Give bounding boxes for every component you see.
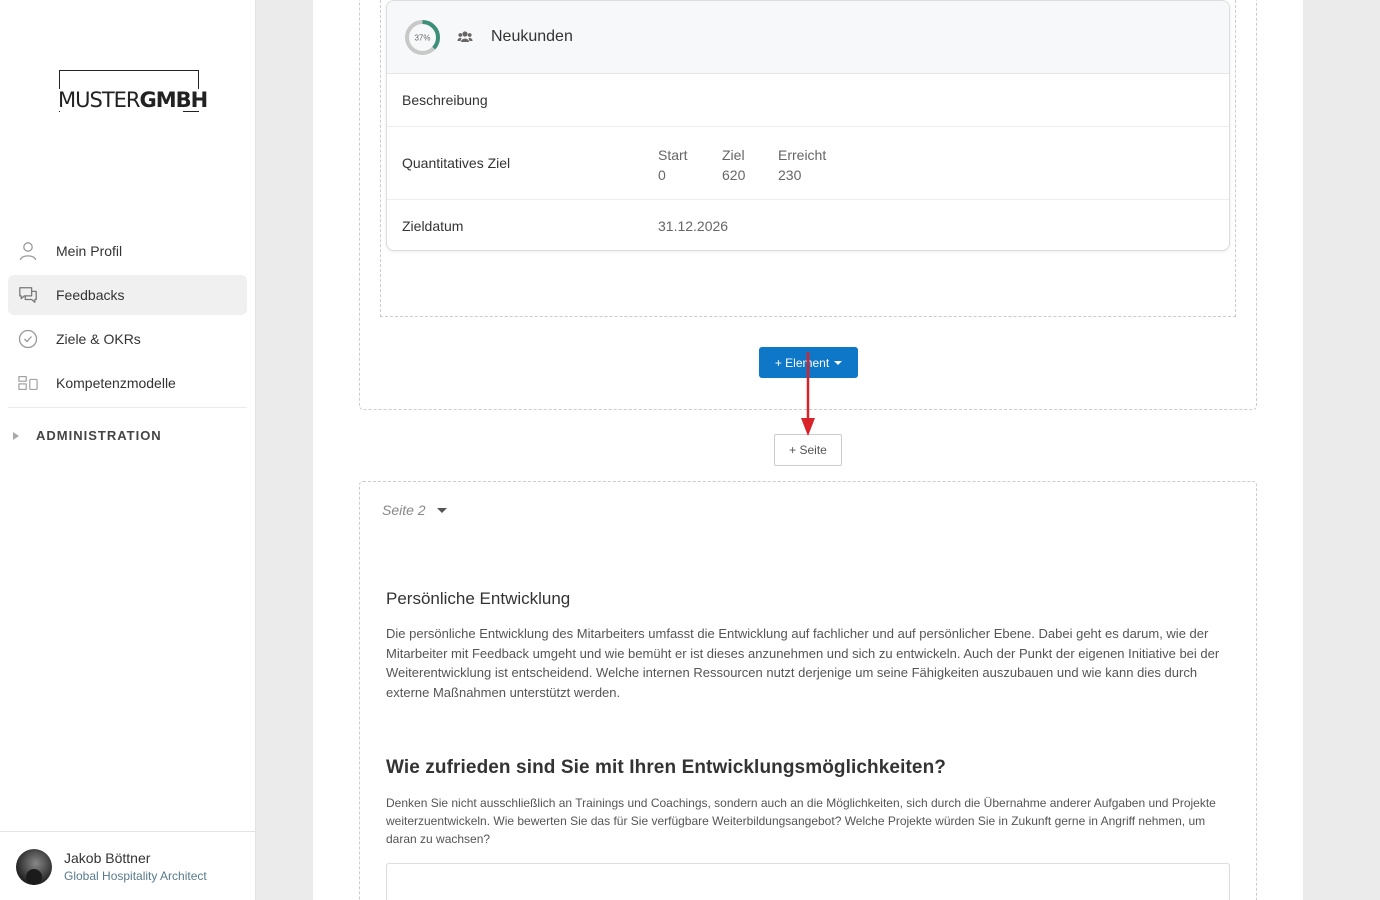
date-value: 31.12.2026 bbox=[658, 218, 729, 234]
logo-text: MUSTERGMBH bbox=[58, 88, 210, 112]
quant-label: Quantitatives Ziel bbox=[402, 155, 511, 171]
model-icon bbox=[18, 373, 38, 393]
progress-label: 37% bbox=[414, 33, 430, 42]
user-icon bbox=[18, 241, 38, 261]
reached-stat: Erreicht 230 bbox=[778, 145, 826, 185]
expand-arrow-icon bbox=[13, 431, 19, 440]
target-stat: Ziel 620 bbox=[722, 145, 745, 185]
target-date-row: Zieldatum 31.12.2026 bbox=[387, 200, 1229, 250]
sidebar-nav: Mein Profil Feedbacks Ziele & OKRs Kompe… bbox=[8, 231, 247, 407]
goal-title: Neukunden bbox=[491, 28, 573, 45]
description-row: Beschreibung bbox=[387, 74, 1229, 127]
company-logo[interactable]: MUSTERGMBH bbox=[58, 70, 210, 113]
chevron-down-icon bbox=[436, 507, 447, 513]
user-name: Jakob Böttner bbox=[64, 850, 151, 866]
sidebar-item-mein-profil[interactable]: Mein Profil bbox=[8, 231, 247, 271]
chat-icon bbox=[18, 285, 38, 305]
description-label: Beschreibung bbox=[402, 92, 488, 108]
sidebar-item-ziele-okrs[interactable]: Ziele & OKRs bbox=[8, 319, 247, 359]
question-description: Denken Sie nicht ausschließlich an Train… bbox=[386, 796, 1216, 846]
logo-underline bbox=[183, 111, 199, 112]
sidebar-item-administration[interactable]: ADMINISTRATION bbox=[13, 428, 162, 443]
sidebar-item-feedbacks[interactable]: Feedbacks bbox=[8, 275, 247, 315]
check-circle-icon bbox=[18, 329, 38, 349]
sidebar: MUSTERGMBH Mein Profil Feedbacks Ziele &… bbox=[0, 0, 256, 900]
start-value: 0 bbox=[658, 167, 666, 183]
nav-divider bbox=[8, 407, 247, 408]
reached-value: 230 bbox=[778, 167, 802, 183]
sidebar-item-label: Mein Profil bbox=[56, 243, 123, 259]
question-title: Wie zufrieden sind Sie mit Ihren Entwick… bbox=[386, 757, 946, 778]
annotation-arrow-icon bbox=[801, 352, 815, 436]
avatar bbox=[16, 849, 52, 885]
users-icon bbox=[457, 31, 473, 42]
add-page-button[interactable]: + Seite bbox=[774, 434, 842, 466]
sidebar-item-label: Kompetenzmodelle bbox=[56, 375, 176, 391]
section-title: Persönliche Entwicklung bbox=[386, 589, 571, 608]
sidebar-item-label: Ziele & OKRs bbox=[56, 331, 141, 347]
chevron-down-icon bbox=[834, 360, 843, 365]
progress-donut: 37% bbox=[405, 19, 440, 55]
sidebar-item-kompetenzmodelle[interactable]: Kompetenzmodelle bbox=[8, 363, 247, 403]
start-label: Start bbox=[658, 147, 688, 163]
goal-card: 37% Neukunden Beschreibung Quantitatives… bbox=[386, 0, 1230, 251]
start-stat: Start 0 bbox=[658, 145, 688, 185]
user-profile[interactable]: Jakob Böttner Global Hospitality Archite… bbox=[0, 831, 256, 900]
quantitative-goal-row: Quantitatives Ziel Start 0 Ziel 620 Erre… bbox=[387, 127, 1229, 200]
admin-label: ADMINISTRATION bbox=[36, 428, 162, 443]
page-2-label: Seite 2 bbox=[382, 502, 426, 518]
reached-label: Erreicht bbox=[778, 147, 827, 163]
date-label: Zieldatum bbox=[402, 218, 464, 234]
add-page-label: + Seite bbox=[789, 443, 827, 457]
sidebar-item-label: Feedbacks bbox=[56, 287, 125, 303]
page-2-dropdown[interactable]: Seite 2 bbox=[382, 502, 447, 518]
section-description: Die persönliche Entwicklung des Mitarbei… bbox=[386, 626, 1220, 700]
target-value: 620 bbox=[722, 167, 746, 183]
user-role: Global Hospitality Architect bbox=[64, 869, 207, 883]
goal-card-header: 37% Neukunden bbox=[387, 1, 1229, 74]
target-label: Ziel bbox=[722, 147, 745, 163]
answer-textarea[interactable] bbox=[386, 863, 1230, 900]
